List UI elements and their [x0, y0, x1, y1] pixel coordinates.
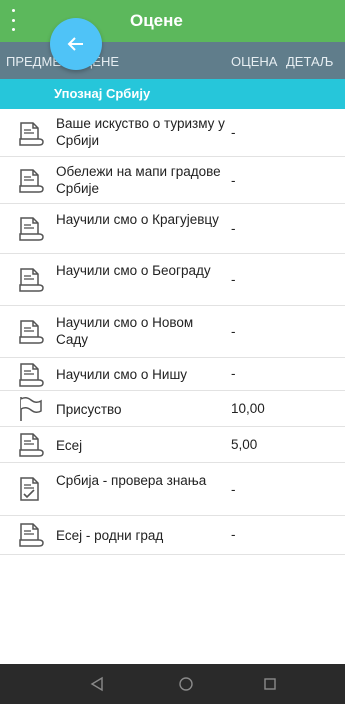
list-item[interactable]: Обележи на мапи градове Србије -	[0, 157, 345, 204]
list-item[interactable]: Научили смо о Крагујевцу -	[0, 204, 345, 254]
item-grade: -	[231, 221, 236, 236]
list-item[interactable]: Научили смо о Нишу -	[0, 358, 345, 391]
item-grade: -	[231, 173, 236, 188]
list-item[interactable]: Есеј - родни град -	[0, 516, 345, 555]
column-grade[interactable]: ОЦЕНА	[231, 54, 277, 69]
list-item[interactable]: Србија - провера знања -	[0, 463, 345, 516]
item-name: Научили смо о Београду	[56, 263, 211, 278]
item-name: Научили смо о Нишу	[56, 367, 188, 382]
page-title: Оцене	[130, 11, 183, 30]
list-item[interactable]: Присуство 10,00	[0, 391, 345, 427]
item-grade: -	[231, 482, 236, 497]
nav-home-icon[interactable]	[177, 675, 195, 693]
item-name: Научили смо о Крагујевцу	[56, 212, 219, 227]
item-grade: -	[231, 366, 236, 381]
item-name: Есеј	[56, 438, 83, 453]
nav-back-icon[interactable]	[88, 675, 106, 693]
assignment-icon	[19, 523, 44, 547]
assignment-icon	[19, 122, 44, 146]
section-title: Упознај Србију	[54, 86, 151, 101]
assignment-icon	[19, 363, 44, 387]
assignment-icon	[19, 169, 44, 193]
assignment-icon	[19, 268, 44, 292]
list-item[interactable]: Научили смо о Новом Саду -	[0, 306, 345, 358]
item-grade: 10,00	[231, 401, 265, 416]
list-item[interactable]: Научили смо о Београду -	[0, 254, 345, 306]
arrow-left-icon	[67, 37, 83, 51]
assignment-icon	[19, 433, 44, 457]
item-grade: 5,00	[231, 437, 258, 452]
grades-list: Ваше искуство о туризму у Србији - Обеле…	[0, 109, 345, 555]
column-details[interactable]: ДЕТАЉ	[286, 54, 333, 69]
back-button[interactable]	[50, 18, 102, 70]
item-name: Научили смо о Новом Саду	[56, 315, 194, 347]
nav-recents-icon[interactable]	[261, 675, 279, 693]
assignment-icon	[19, 217, 44, 241]
item-name: Србија - провера знања	[56, 473, 207, 488]
item-grade: -	[231, 272, 236, 287]
assignment-icon	[19, 320, 44, 344]
item-name: Есеј - родни град	[56, 528, 164, 543]
item-grade: -	[231, 527, 236, 542]
item-name: Обележи на мапи градове Србије	[56, 164, 221, 196]
more-vert-icon[interactable]	[8, 9, 18, 31]
section-header: Упознај Србију	[0, 79, 345, 109]
attendance-flag-icon	[20, 396, 42, 421]
item-name: Ваше искуство о туризму у Србији	[56, 116, 225, 148]
list-item[interactable]: Есеј 5,00	[0, 427, 345, 463]
quiz-icon	[20, 477, 39, 501]
item-name: Присуство	[56, 402, 122, 417]
system-nav-bar	[0, 664, 345, 704]
item-grade: -	[231, 125, 236, 140]
item-grade: -	[231, 324, 236, 339]
list-item[interactable]: Ваше искуство о туризму у Србији -	[0, 109, 345, 157]
